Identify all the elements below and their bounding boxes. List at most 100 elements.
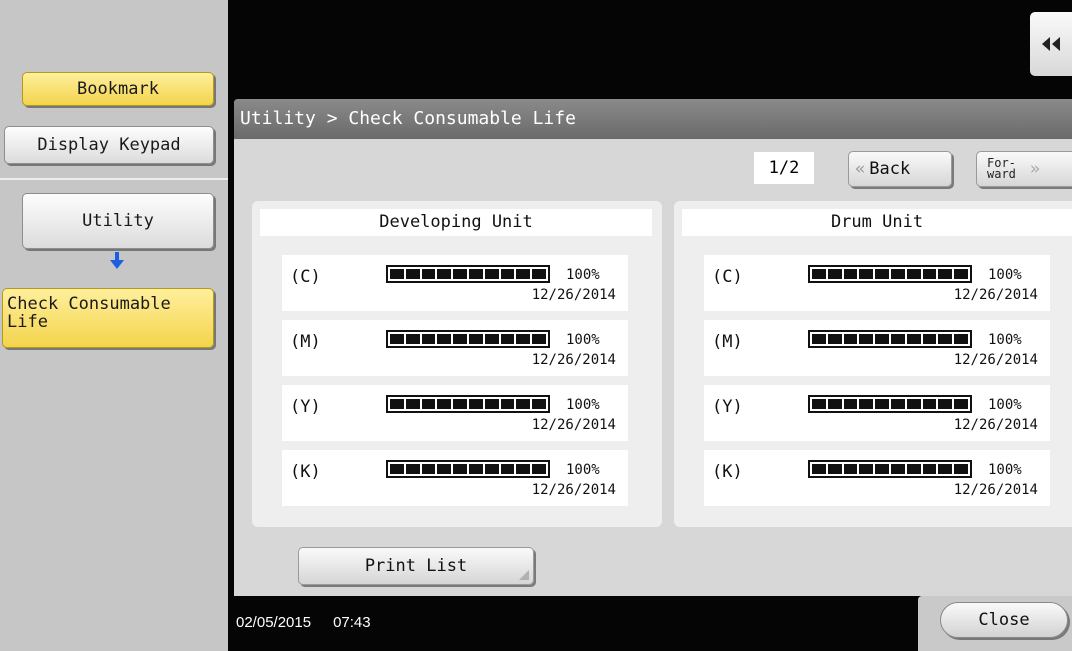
color-label: (C): [712, 267, 743, 287]
gauge-segment: [827, 269, 842, 279]
gauge-segment: [843, 464, 858, 474]
double-chevron-right-icon: »: [1029, 159, 1041, 179]
gauge-segment: [437, 334, 452, 344]
corner-triangle-icon: [519, 570, 529, 580]
gauge-segment: [938, 399, 953, 409]
check-consumable-life-label-line2: Life: [7, 312, 48, 332]
gauge-segment: [875, 399, 889, 409]
date-text: 12/26/2014: [531, 352, 616, 368]
check-consumable-life-button[interactable]: Check Consumable Life: [2, 288, 214, 348]
gauge-segment: [500, 399, 515, 409]
gauge-segment: [532, 334, 546, 344]
percent-text: 100%: [566, 267, 600, 283]
gauge-segment: [812, 399, 826, 409]
gauge-segment: [437, 399, 452, 409]
gauge-segment: [405, 269, 420, 279]
gauge-segment: [405, 464, 420, 474]
color-label: (M): [712, 332, 743, 352]
gauge-segment: [484, 269, 499, 279]
status-date: 02/05/2015: [236, 614, 312, 631]
display-keypad-button[interactable]: Display Keypad: [4, 126, 214, 164]
consumable-row: (K) 100% 12/26/2014: [282, 450, 628, 506]
gauge-segment: [468, 399, 483, 409]
gauge-segment: [405, 334, 420, 344]
percent-text: 100%: [566, 462, 600, 478]
consumable-row: (M) 100% 12/26/2014: [282, 320, 628, 376]
gauge-segment: [437, 269, 452, 279]
gauge-segment: [922, 464, 937, 474]
gauge-segment: [906, 399, 921, 409]
gauge-segment: [390, 269, 404, 279]
breadcrumb-title: Utility > Check Consumable Life: [234, 99, 1072, 139]
close-button[interactable]: Close: [940, 602, 1068, 638]
back-label: Back: [869, 159, 911, 179]
forward-button[interactable]: For- ward »: [976, 151, 1072, 187]
percent-text: 100%: [988, 332, 1022, 348]
gauge-segment: [468, 334, 483, 344]
developing-unit-panel: Developing Unit (C) 100% 12/26/2014 (M) …: [252, 201, 662, 527]
date-text: 12/26/2014: [531, 482, 616, 498]
consumable-row: (Y) 100% 12/26/2014: [704, 385, 1050, 441]
consumable-row: (K) 100% 12/26/2014: [704, 450, 1050, 506]
gauge-segment: [516, 399, 531, 409]
date-text: 12/26/2014: [953, 417, 1038, 433]
panel-content: Utility > Check Consumable Life 1/2 « Ba…: [234, 99, 1072, 596]
color-label: (Y): [290, 397, 321, 417]
percent-text: 100%: [988, 267, 1022, 283]
life-gauge: [386, 330, 550, 348]
gauge-segment: [843, 269, 858, 279]
date-text: 12/26/2014: [531, 287, 616, 303]
gauge-segment: [484, 464, 499, 474]
gauge-segment: [500, 334, 515, 344]
consumable-row: (Y) 100% 12/26/2014: [282, 385, 628, 441]
gauge-segment: [843, 334, 858, 344]
gauge-segment: [827, 334, 842, 344]
gauge-segment: [954, 334, 968, 344]
utility-button[interactable]: Utility: [22, 193, 214, 249]
gauge-segment: [516, 464, 531, 474]
status-bar: 02/05/2015 07:43 Close: [228, 596, 1072, 651]
top-bar: [228, 0, 1072, 91]
close-label: Close: [978, 610, 1030, 630]
status-time: 07:43: [333, 614, 371, 631]
color-label: (C): [290, 267, 321, 287]
gauge-segment: [875, 464, 889, 474]
main-panel: Utility > Check Consumable Life 1/2 « Ba…: [228, 91, 1072, 596]
gauge-segment: [859, 269, 874, 279]
collapse-button[interactable]: [1030, 12, 1072, 76]
gauge-segment: [532, 269, 546, 279]
gauge-segment: [890, 334, 905, 344]
arrow-down-icon: [110, 252, 124, 269]
gauge-segment: [875, 269, 889, 279]
gauge-segment: [922, 399, 937, 409]
color-label: (K): [712, 462, 743, 482]
gauge-segment: [453, 269, 467, 279]
gauge-segment: [484, 399, 499, 409]
gauge-segment: [468, 269, 483, 279]
life-gauge: [808, 395, 972, 413]
forward-label: For- ward: [987, 157, 1016, 181]
print-list-button[interactable]: Print List: [298, 547, 534, 585]
bookmark-button[interactable]: Bookmark: [22, 72, 214, 106]
gauge-segment: [532, 464, 546, 474]
percent-text: 100%: [988, 397, 1022, 413]
consumable-row: (M) 100% 12/26/2014: [704, 320, 1050, 376]
display-keypad-label: Display Keypad: [37, 135, 181, 155]
gauge-segment: [859, 399, 874, 409]
life-gauge: [808, 330, 972, 348]
forward-label-line2: ward: [987, 167, 1016, 181]
gauge-segment: [468, 464, 483, 474]
life-gauge: [808, 460, 972, 478]
date-time: 02/05/2015 07:43: [236, 614, 371, 631]
gauge-segment: [938, 334, 953, 344]
bookmark-label: Bookmark: [77, 79, 159, 99]
gauge-segment: [516, 334, 531, 344]
developing-unit-title: Developing Unit: [260, 209, 652, 236]
gauge-segment: [843, 399, 858, 409]
back-button[interactable]: « Back: [848, 151, 952, 187]
page-indicator: 1/2: [754, 152, 814, 184]
date-text: 12/26/2014: [953, 352, 1038, 368]
gauge-segment: [827, 399, 842, 409]
gauge-segment: [922, 334, 937, 344]
gauge-segment: [484, 334, 499, 344]
